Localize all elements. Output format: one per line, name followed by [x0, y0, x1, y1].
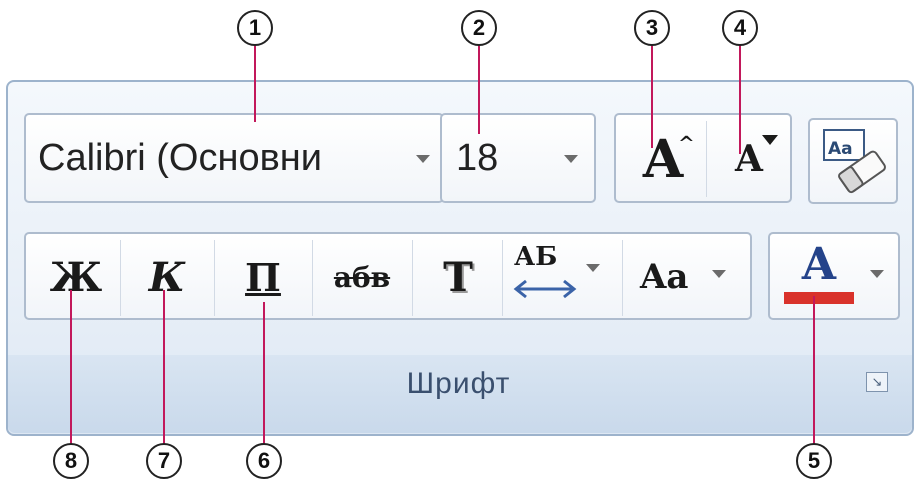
caret-down-icon: [762, 135, 778, 145]
dialog-launcher-icon[interactable]: ↘: [866, 372, 888, 392]
font-size-combobox[interactable]: 18: [440, 113, 596, 203]
callout-line-5: [813, 296, 815, 446]
font-name-combobox[interactable]: Calibri (Основни: [24, 113, 444, 203]
spacing-arrows-icon: [513, 279, 577, 299]
change-case-button[interactable]: Aa: [626, 240, 746, 314]
callout-line-2: [478, 44, 480, 134]
chevron-down-icon[interactable]: [586, 264, 600, 272]
change-case-icon: Aa: [640, 257, 689, 297]
shrink-font-button[interactable]: A: [712, 123, 786, 195]
callout-1: 1: [237, 10, 273, 46]
group-label: Шрифт: [406, 367, 511, 400]
callout-6: 6: [246, 443, 282, 479]
font-name-value: Calibri (Основни: [38, 136, 322, 179]
font-color-button[interactable]: A: [768, 232, 900, 320]
callout-line-6: [263, 302, 265, 444]
callout-line-4: [739, 44, 741, 154]
strikethrough-button[interactable]: абв: [316, 240, 408, 314]
grow-font-button[interactable]: A ^: [626, 123, 700, 195]
callout-8: 8: [53, 443, 89, 479]
bold-button[interactable]: Ж: [34, 240, 118, 314]
spacing-label: АБ: [514, 242, 558, 272]
callout-3: 3: [634, 10, 670, 46]
eraser-icon: Aa: [823, 129, 886, 194]
font-size-value: 18: [456, 136, 499, 179]
shadow-icon: T: [443, 253, 473, 301]
callout-line-8: [70, 290, 72, 444]
chevron-down-icon[interactable]: [564, 155, 578, 163]
underline-icon: П: [245, 254, 281, 300]
italic-button[interactable]: К: [124, 240, 210, 314]
callout-4: 4: [722, 10, 758, 46]
shadow-button[interactable]: T: [416, 240, 500, 314]
font-color-letter: A: [801, 238, 837, 290]
font-color-bar: [784, 292, 854, 304]
svg-text:Aa: Aa: [828, 139, 853, 159]
callout-line-1: [254, 44, 256, 122]
italic-icon: К: [148, 253, 186, 301]
caret-up-icon: ^: [678, 131, 695, 155]
callout-line-7: [163, 290, 165, 444]
chevron-down-icon[interactable]: [416, 155, 430, 163]
clear-formatting-button[interactable]: Aa: [808, 118, 898, 204]
callout-line-3: [651, 44, 653, 148]
bold-icon: Ж: [49, 253, 103, 301]
font-resize-group: A ^ A: [614, 113, 792, 203]
formatting-group: Ж К П абв T АБ Aa: [24, 232, 752, 320]
character-spacing-button[interactable]: АБ: [506, 236, 618, 316]
callout-5: 5: [796, 443, 832, 479]
callout-7: 7: [146, 443, 182, 479]
chevron-down-icon[interactable]: [870, 270, 884, 278]
callout-2: 2: [461, 10, 497, 46]
chevron-down-icon[interactable]: [712, 270, 726, 278]
strikethrough-icon: абв: [333, 260, 391, 294]
